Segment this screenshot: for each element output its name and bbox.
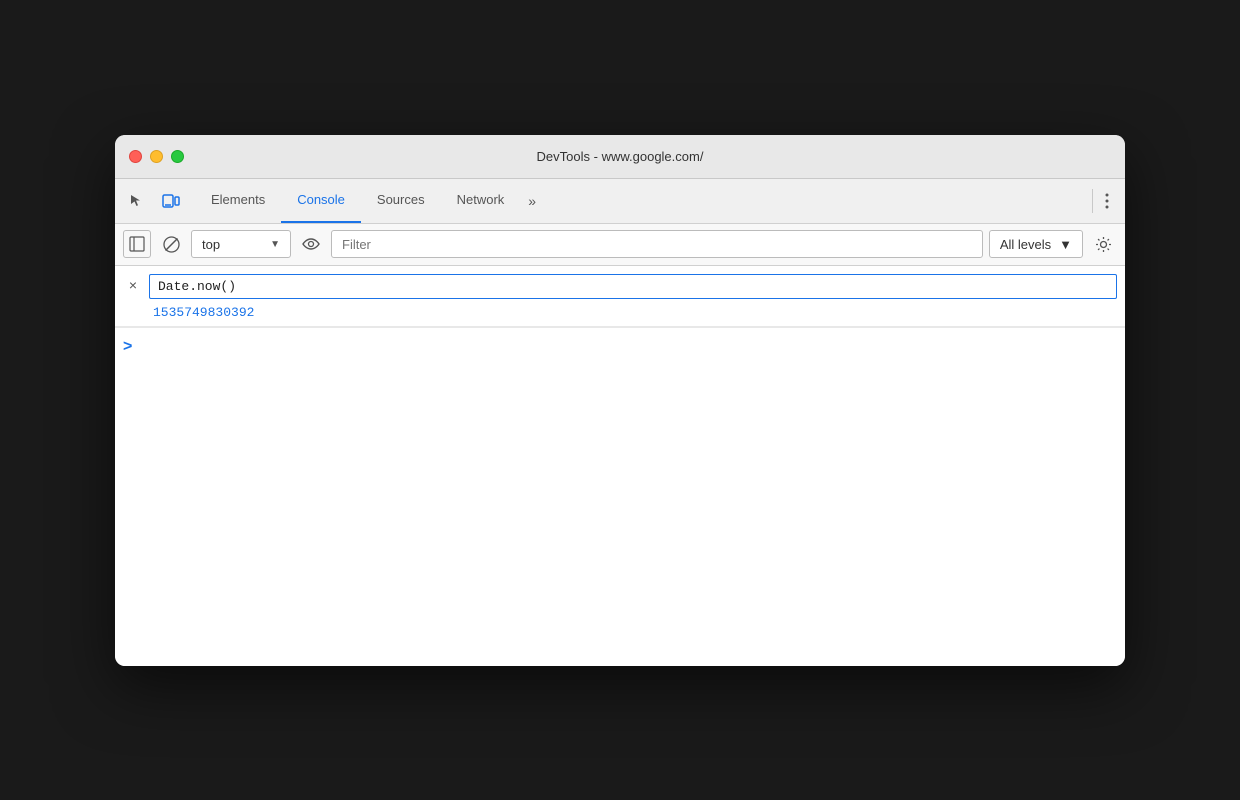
close-button[interactable] (129, 150, 142, 163)
console-toolbar: top ▼ All levels ▼ (115, 224, 1125, 266)
tab-network[interactable]: Network (441, 178, 521, 223)
minimize-button[interactable] (150, 150, 163, 163)
close-entry-icon[interactable]: × (123, 275, 143, 295)
console-prompt-area[interactable]: > (115, 327, 1125, 367)
tab-console[interactable]: Console (281, 178, 361, 223)
tab-bar-icons (123, 187, 185, 215)
tab-bar-right (1088, 184, 1117, 218)
tab-sources[interactable]: Sources (361, 178, 441, 223)
traffic-lights (129, 150, 184, 163)
log-levels-selector[interactable]: All levels ▼ (989, 230, 1083, 258)
tab-bar: Elements Console Sources Network » (115, 179, 1125, 224)
title-bar: DevTools - www.google.com/ (115, 135, 1125, 179)
prompt-chevron-icon: > (123, 338, 132, 356)
filter-input[interactable] (342, 237, 972, 252)
levels-arrow: ▼ (1059, 237, 1072, 252)
inspect-element-button[interactable] (123, 187, 151, 215)
context-dropdown-arrow: ▼ (270, 239, 280, 250)
console-settings-button[interactable] (1089, 230, 1117, 258)
show-sidebar-button[interactable] (123, 230, 151, 258)
tab-elements[interactable]: Elements (195, 178, 281, 223)
console-input[interactable] (149, 274, 1117, 299)
live-expressions-button[interactable] (297, 230, 325, 258)
entry-input-line (149, 270, 1117, 303)
divider (1092, 189, 1093, 213)
devtools-window: DevTools - www.google.com/ Elements (115, 135, 1125, 666)
console-entry-evaluated: × 1535749830392 (115, 266, 1125, 327)
entry-content: 1535749830392 (149, 270, 1117, 322)
clear-console-button[interactable] (157, 230, 185, 258)
device-mode-button[interactable] (157, 187, 185, 215)
maximize-button[interactable] (171, 150, 184, 163)
more-options-button[interactable] (1097, 184, 1117, 218)
filter-input-wrapper[interactable] (331, 230, 983, 258)
more-tabs-button[interactable]: » (520, 183, 544, 219)
console-area: × 1535749830392 > (115, 266, 1125, 666)
context-selector[interactable]: top ▼ (191, 230, 291, 258)
entry-result: 1535749830392 (149, 303, 1117, 322)
window-title: DevTools - www.google.com/ (537, 149, 704, 164)
